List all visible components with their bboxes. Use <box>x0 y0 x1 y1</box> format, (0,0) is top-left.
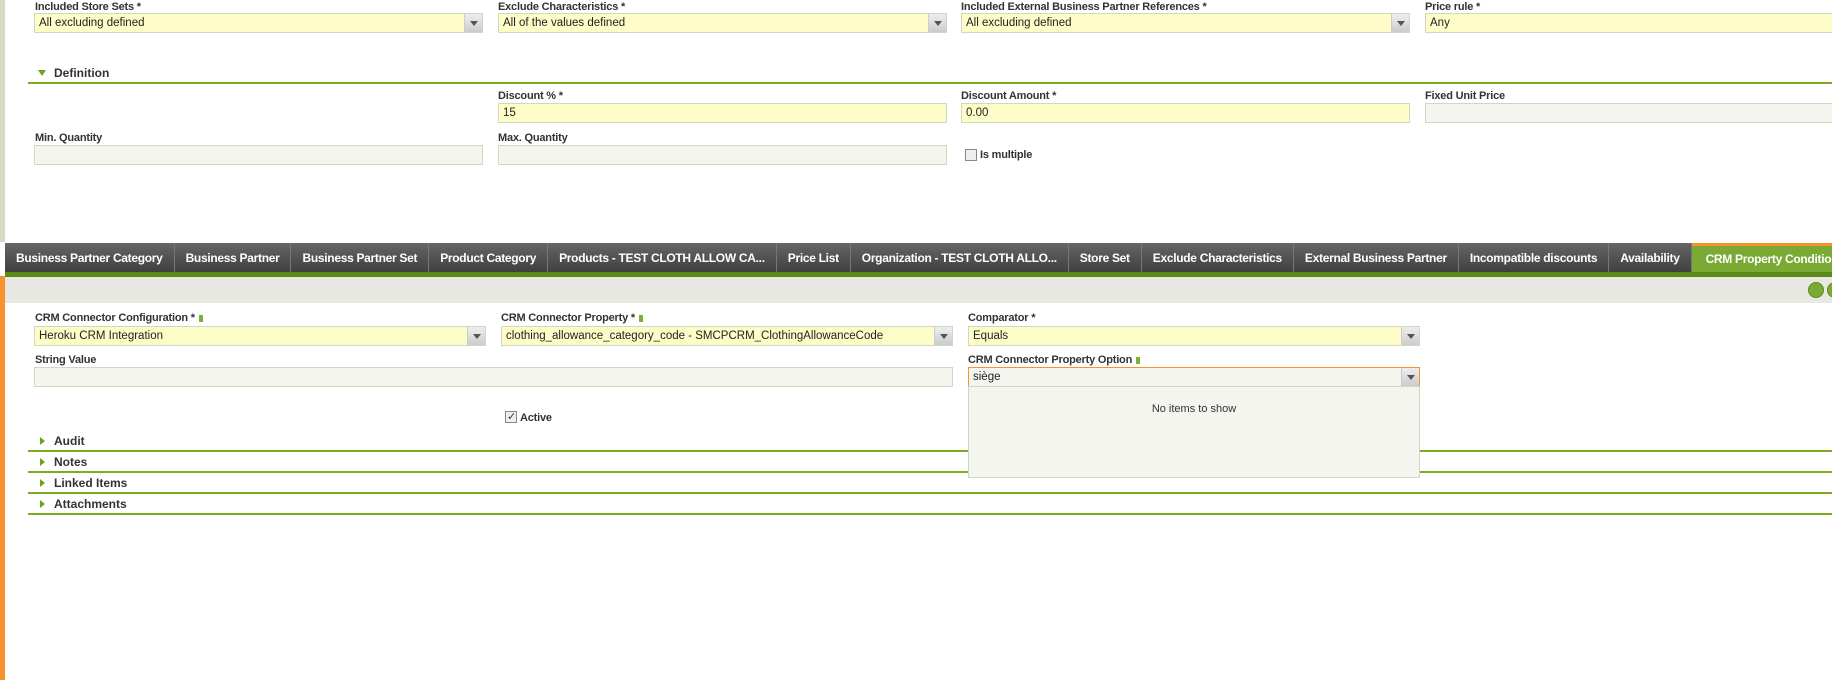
section-title: Audit <box>54 434 85 448</box>
tab-exclude-characteristics[interactable]: Exclude Characteristics <box>1142 243 1294 273</box>
label-crm-property: CRM Connector Property * <box>501 312 643 324</box>
exclude-characteristics-select[interactable]: All of the values defined <box>498 13 947 33</box>
price-rule-select[interactable]: Any <box>1425 13 1832 33</box>
section-definition[interactable]: Definition <box>28 62 1832 84</box>
value: All of the values defined <box>503 17 626 29</box>
triangle-right-icon <box>40 437 45 445</box>
chevron-down-icon[interactable] <box>464 14 482 32</box>
left-edge-bar-active <box>0 276 5 680</box>
discount-pct-input[interactable]: 15 <box>498 103 947 123</box>
empty-message: No items to show <box>1151 403 1237 415</box>
tab-business-partner-category[interactable]: Business Partner Category <box>5 243 175 273</box>
value: Equals <box>973 330 1009 342</box>
chevron-down-icon[interactable] <box>934 327 952 345</box>
crm-property-option-combo[interactable]: siège <box>968 367 1420 387</box>
tab-business-partner-set[interactable]: Business Partner Set <box>291 243 430 273</box>
label-text: CRM Connector Property Option <box>968 354 1133 366</box>
next-record-icon[interactable] <box>1827 282 1832 298</box>
label-fixed-unit-price: Fixed Unit Price <box>1425 90 1505 102</box>
left-edge-bar <box>0 0 5 242</box>
chevron-down-icon[interactable] <box>1391 14 1409 32</box>
section-title: Notes <box>54 455 88 469</box>
value: All excluding defined <box>966 17 1072 29</box>
crm-property-select[interactable]: clothing_allowance_category_code - SMCPC… <box>501 326 953 346</box>
tab-availability[interactable]: Availability <box>1609 243 1692 273</box>
active-checkbox[interactable] <box>505 410 517 423</box>
comparator-select[interactable]: Equals <box>968 326 1420 346</box>
min-quantity-input[interactable] <box>34 145 483 165</box>
toolbar <box>5 277 1832 303</box>
link-icon[interactable] <box>1136 356 1141 364</box>
value: siège <box>973 371 1001 383</box>
label-crm-config: CRM Connector Configuration * <box>35 312 203 324</box>
tab-products[interactable]: Products - TEST CLOTH ALLOW CA... <box>548 243 777 273</box>
label-is-multiple: Is multiple <box>980 149 1033 161</box>
tab-product-category[interactable]: Product Category <box>429 243 549 273</box>
label-included-ext-bp-refs: Included External Business Partner Refer… <box>961 1 1207 13</box>
section-attachments[interactable]: Attachments <box>28 493 1832 515</box>
tab-price-list[interactable]: Price List <box>777 243 851 273</box>
tab-store-set[interactable]: Store Set <box>1069 243 1142 273</box>
section-title: Definition <box>54 66 110 80</box>
label-string-value: String Value <box>35 354 97 366</box>
label-comparator: Comparator * <box>968 312 1036 324</box>
section-notes[interactable]: Notes <box>28 451 1832 473</box>
is-multiple-checkbox[interactable] <box>965 149 977 161</box>
tab-organization[interactable]: Organization - TEST CLOTH ALLO... <box>851 243 1069 273</box>
section-title: Attachments <box>54 497 127 511</box>
triangle-right-icon <box>40 479 45 487</box>
max-quantity-input[interactable] <box>498 145 947 165</box>
label-max-quantity: Max. Quantity <box>498 132 568 144</box>
string-value-input[interactable] <box>34 367 953 387</box>
label-included-store-sets: Included Store Sets * <box>35 1 141 13</box>
included-ext-bp-refs-select[interactable]: All excluding defined <box>961 13 1410 33</box>
section-title: Linked Items <box>54 476 128 490</box>
link-icon[interactable] <box>198 314 203 322</box>
label-crm-property-option: CRM Connector Property Option <box>968 354 1141 366</box>
divider <box>28 82 1832 84</box>
label-min-quantity: Min. Quantity <box>35 132 103 144</box>
triangle-right-icon <box>40 458 45 466</box>
value: Heroku CRM Integration <box>39 330 163 342</box>
section-audit[interactable]: Audit <box>28 430 1832 452</box>
tab-business-partner[interactable]: Business Partner <box>175 243 292 273</box>
label-text: CRM Connector Configuration * <box>35 312 195 324</box>
label-discount-pct: Discount % * <box>498 90 563 102</box>
label-text: CRM Connector Property * <box>501 312 635 324</box>
triangle-right-icon <box>40 500 45 508</box>
value: All excluding defined <box>39 17 145 29</box>
label-discount-amount: Discount Amount * <box>961 90 1057 102</box>
divider <box>28 513 1832 515</box>
fixed-unit-price-input[interactable] <box>1425 103 1832 123</box>
crm-config-select[interactable]: Heroku CRM Integration <box>34 326 486 346</box>
tab-incompatible-discounts[interactable]: Incompatible discounts <box>1459 243 1610 273</box>
included-store-sets-select[interactable]: All excluding defined <box>34 13 483 33</box>
label-exclude-characteristics: Exclude Characteristics * <box>498 1 626 13</box>
value: clothing_allowance_category_code - SMCPC… <box>506 330 884 342</box>
triangle-down-icon <box>38 70 46 76</box>
label-active: Active <box>520 412 552 424</box>
tab-crm-property-condition[interactable]: CRM Property Condition - cloth... <box>1691 243 1832 273</box>
chevron-down-icon[interactable] <box>1401 327 1419 345</box>
link-icon[interactable] <box>638 314 643 322</box>
label-price-rule: Price rule * <box>1425 1 1481 13</box>
combo-dropdown-list[interactable]: No items to show <box>968 386 1420 478</box>
chevron-down-icon[interactable] <box>467 327 485 345</box>
discount-amount-input[interactable]: 0.00 <box>961 103 1410 123</box>
value: Any <box>1430 17 1450 29</box>
chevron-down-icon[interactable] <box>1401 368 1419 386</box>
previous-record-icon[interactable] <box>1808 282 1824 298</box>
tab-external-business-partner[interactable]: External Business Partner <box>1294 243 1459 273</box>
tab-bar: Business Partner Category Business Partn… <box>5 243 1832 273</box>
section-linked-items[interactable]: Linked Items <box>28 472 1832 494</box>
chevron-down-icon[interactable] <box>928 14 946 32</box>
